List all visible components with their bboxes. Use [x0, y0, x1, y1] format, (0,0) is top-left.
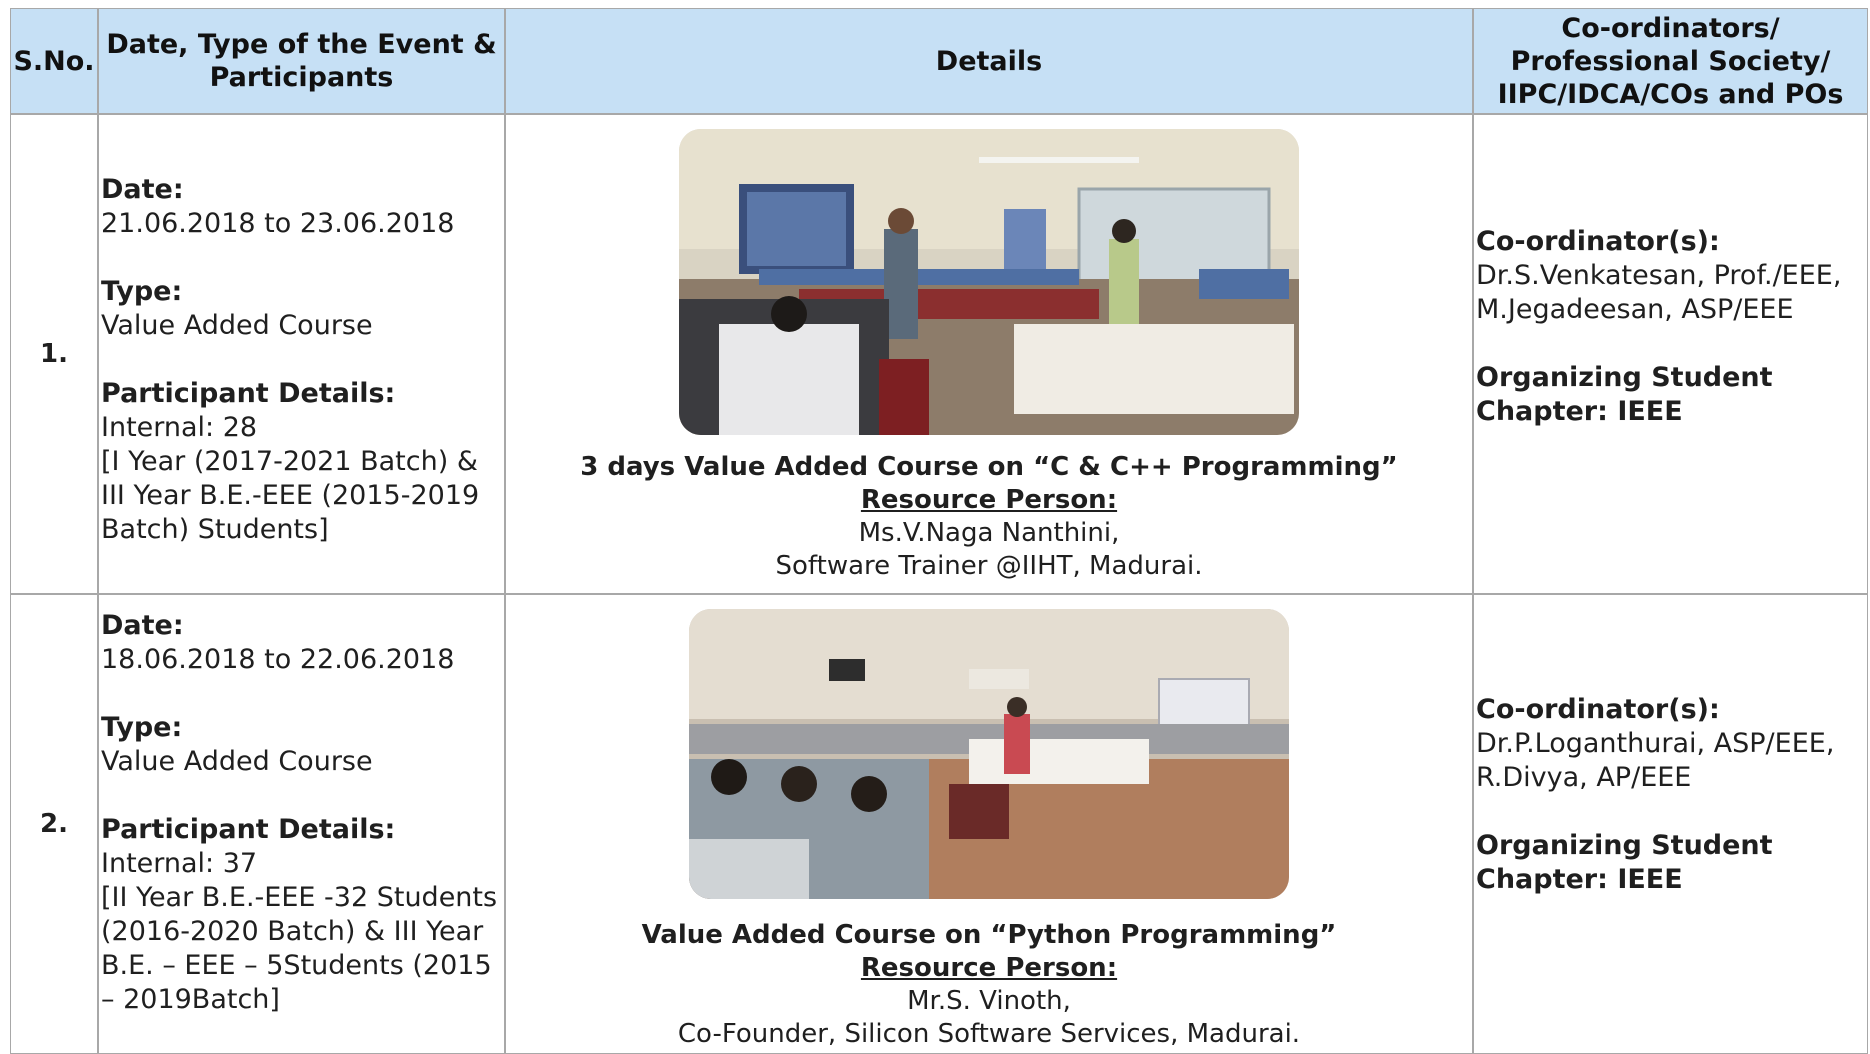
row-1-participant-label: Participant Details:: [101, 378, 396, 409]
row-2-details: Value Added Course on “Python Programmin…: [505, 594, 1473, 1054]
row-2-person: Mr.S. Vinoth,: [907, 986, 1071, 1016]
row-2-type: Value Added Course: [101, 746, 373, 777]
row-2-sno-label: 2.: [40, 809, 68, 839]
row-1-title: 3 days Value Added Course on “C & C++ Pr…: [580, 452, 1398, 482]
row-2-title: Value Added Course on “Python Programmin…: [641, 920, 1337, 950]
row-2-affiliation: Co-Founder, Silicon Software Services, M…: [677, 1019, 1301, 1049]
row-2-resource-label: Resource Person:: [860, 953, 1118, 983]
classroom-photo-1: [679, 129, 1299, 435]
header-date-type-label: Date, Type of the Event & Participants: [106, 29, 497, 93]
row-1-person: Ms.V.Naga Nanthini,: [858, 518, 1120, 548]
header-details-label: Details: [935, 45, 1043, 77]
row-1-details: 3 days Value Added Course on “C & C++ Pr…: [505, 114, 1473, 594]
row-2-internal: Internal: 37: [101, 848, 258, 879]
row-2-type-label: Type:: [101, 712, 183, 743]
row-1-participant-desc: [I Year (2017-2021 Batch) & III Year B.E…: [101, 446, 480, 545]
header-coordinators: Co-ordinators/ Professional Society/ IIP…: [1473, 8, 1868, 114]
classroom-photo-2: [689, 609, 1289, 899]
row-1-chapter: Organizing Student Chapter: IEEE: [1476, 362, 1773, 427]
row-2-date-label: Date:: [101, 610, 184, 641]
row-1-coordinator-2: M.Jegadeesan, ASP/EEE: [1476, 294, 1794, 325]
row-1-internal: Internal: 28: [101, 412, 258, 443]
row-1-date: 21.06.2018 to 23.06.2018: [101, 208, 455, 239]
row-1-resource-label: Resource Person:: [860, 485, 1118, 515]
row-2-info: Date: 18.06.2018 to 22.06.2018 Type: Val…: [98, 594, 505, 1054]
row-2-coordinators: Co-ordinator(s): Dr.P.Loganthurai, ASP/E…: [1473, 594, 1868, 1054]
row-2-participant-desc: [II Year B.E.-EEE -32 Students (2016-202…: [101, 882, 498, 1015]
row-2-coordinator-1: Dr.P.Loganthurai, ASP/EEE,: [1476, 728, 1835, 759]
row-1-type-label: Type:: [101, 276, 183, 307]
row-2-sno: 2.: [10, 594, 98, 1054]
events-table: S.No. Date, Type of the Event & Particip…: [10, 8, 1868, 1054]
row-1-info: Date: 21.06.2018 to 23.06.2018 Type: Val…: [98, 114, 505, 594]
header-date-type: Date, Type of the Event & Participants: [98, 8, 505, 114]
row-1-coordinators: Co-ordinator(s): Dr.S.Venkatesan, Prof./…: [1473, 114, 1868, 594]
row-1-coordinator-1: Dr.S.Venkatesan, Prof./EEE,: [1476, 260, 1842, 291]
header-sno: S.No.: [10, 8, 98, 114]
row-2-date: 18.06.2018 to 22.06.2018: [101, 644, 455, 675]
header-details: Details: [505, 8, 1473, 114]
row-1-affiliation: Software Trainer @IIHT, Madurai.: [775, 551, 1203, 581]
header-coordinators-label: Co-ordinators/ Professional Society/ IIP…: [1497, 12, 1844, 110]
row-2-participant-label: Participant Details:: [101, 814, 396, 845]
row-2-chapter: Organizing Student Chapter: IEEE: [1476, 830, 1773, 895]
header-sno-label: S.No.: [13, 45, 95, 77]
row-1-date-label: Date:: [101, 174, 184, 205]
row-1-type: Value Added Course: [101, 310, 373, 341]
row-1-sno-label: 1.: [40, 339, 68, 369]
row-2-coordinator-label: Co-ordinator(s):: [1476, 694, 1720, 725]
row-2-coordinator-2: R.Divya, AP/EEE: [1476, 762, 1692, 793]
row-1-sno: 1.: [10, 114, 98, 594]
row-1-coordinator-label: Co-ordinator(s):: [1476, 226, 1720, 257]
